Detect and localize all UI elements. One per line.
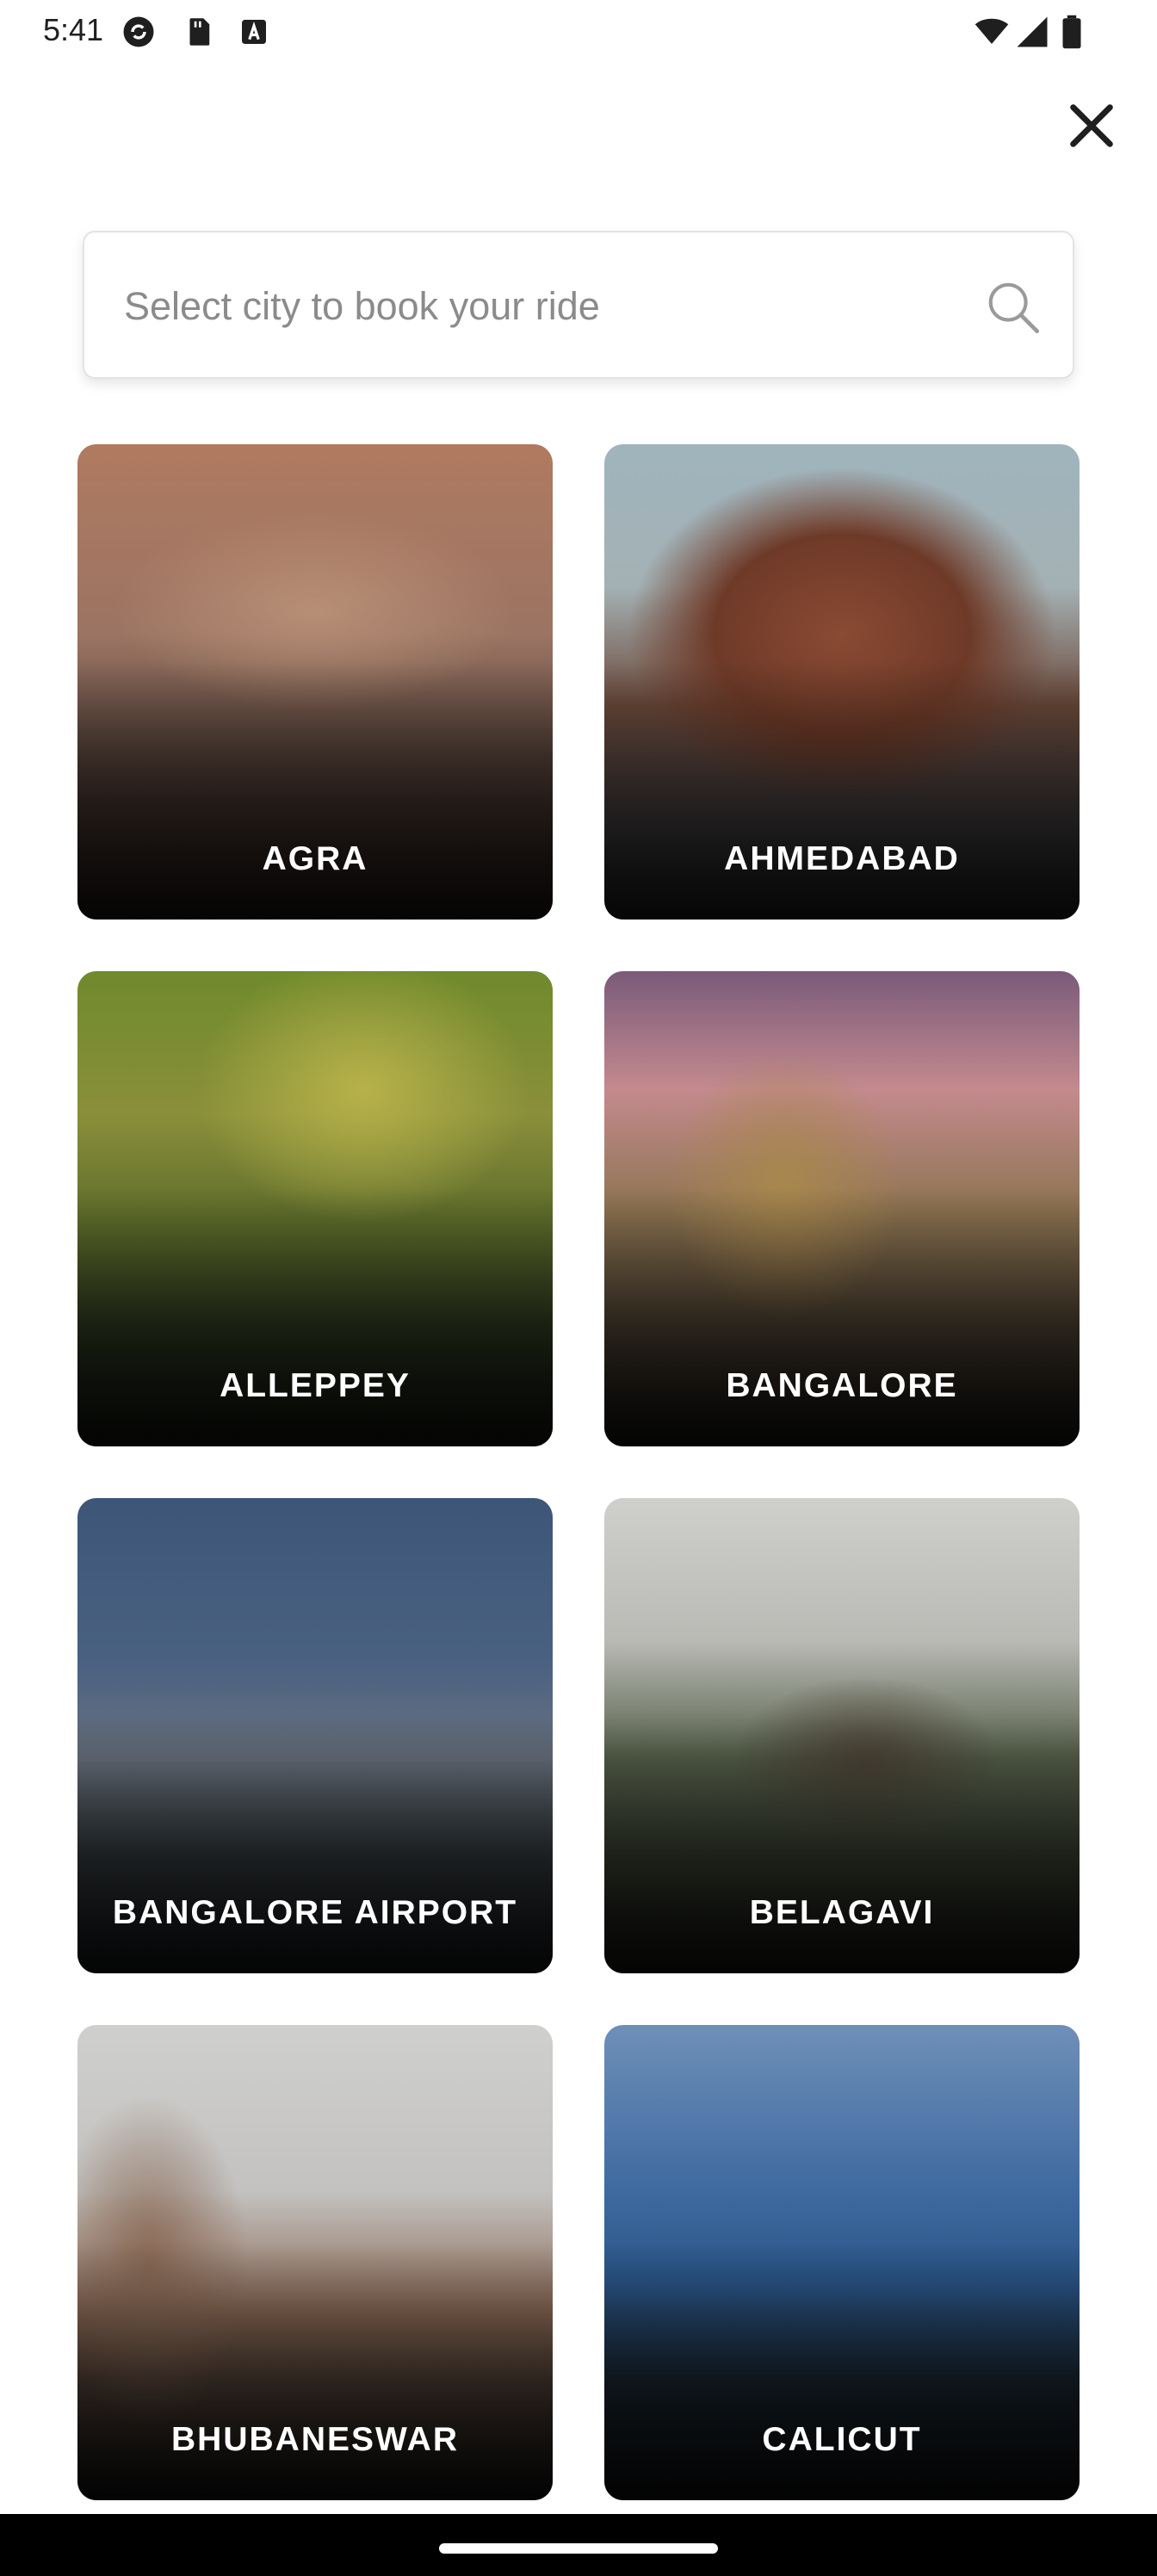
city-name: BELAGAVI	[749, 1894, 935, 1931]
status-bar: 5:41	[0, 0, 1157, 62]
city-name: ALLEPPEY	[220, 1367, 411, 1404]
keyboard-a-icon	[242, 20, 266, 44]
battery-icon	[1062, 15, 1081, 49]
city-card-bhubaneswar[interactable]: BHUBANESWAR	[77, 2025, 553, 2500]
city-card-bangalore-airport[interactable]: BANGALORE AIRPORT	[77, 1498, 553, 1973]
city-card-bangalore[interactable]: BANGALORE	[604, 971, 1080, 1446]
cellular-signal-icon	[1017, 16, 1048, 47]
city-card-agra[interactable]: AGRA	[77, 444, 553, 920]
city-search-box[interactable]	[83, 231, 1074, 379]
city-name: BANGALORE	[726, 1367, 958, 1404]
close-button[interactable]	[1057, 91, 1126, 160]
close-icon	[1070, 104, 1113, 147]
city-name: AGRA	[262, 840, 368, 877]
city-name: AHMEDABAD	[724, 840, 960, 877]
search-icon[interactable]	[983, 277, 1043, 337]
city-name: BANGALORE AIRPORT	[112, 1894, 518, 1931]
wifi-icon	[974, 18, 1009, 44]
city-name: BHUBANESWAR	[171, 2421, 459, 2458]
sync-icon	[123, 16, 154, 47]
search-input[interactable]	[122, 267, 987, 346]
status-time: 5:41	[43, 12, 104, 47]
home-gesture-handle[interactable]	[439, 2543, 718, 2554]
city-name: CALICUT	[762, 2421, 922, 2458]
city-card-belagavi[interactable]: BELAGAVI	[604, 1498, 1080, 1973]
sd-card-icon	[189, 18, 210, 46]
city-card-calicut[interactable]: CALICUT	[604, 2025, 1080, 2500]
city-card-ahmedabad[interactable]: AHMEDABAD	[604, 444, 1080, 920]
city-card-alleppey[interactable]: ALLEPPEY	[77, 971, 553, 1446]
